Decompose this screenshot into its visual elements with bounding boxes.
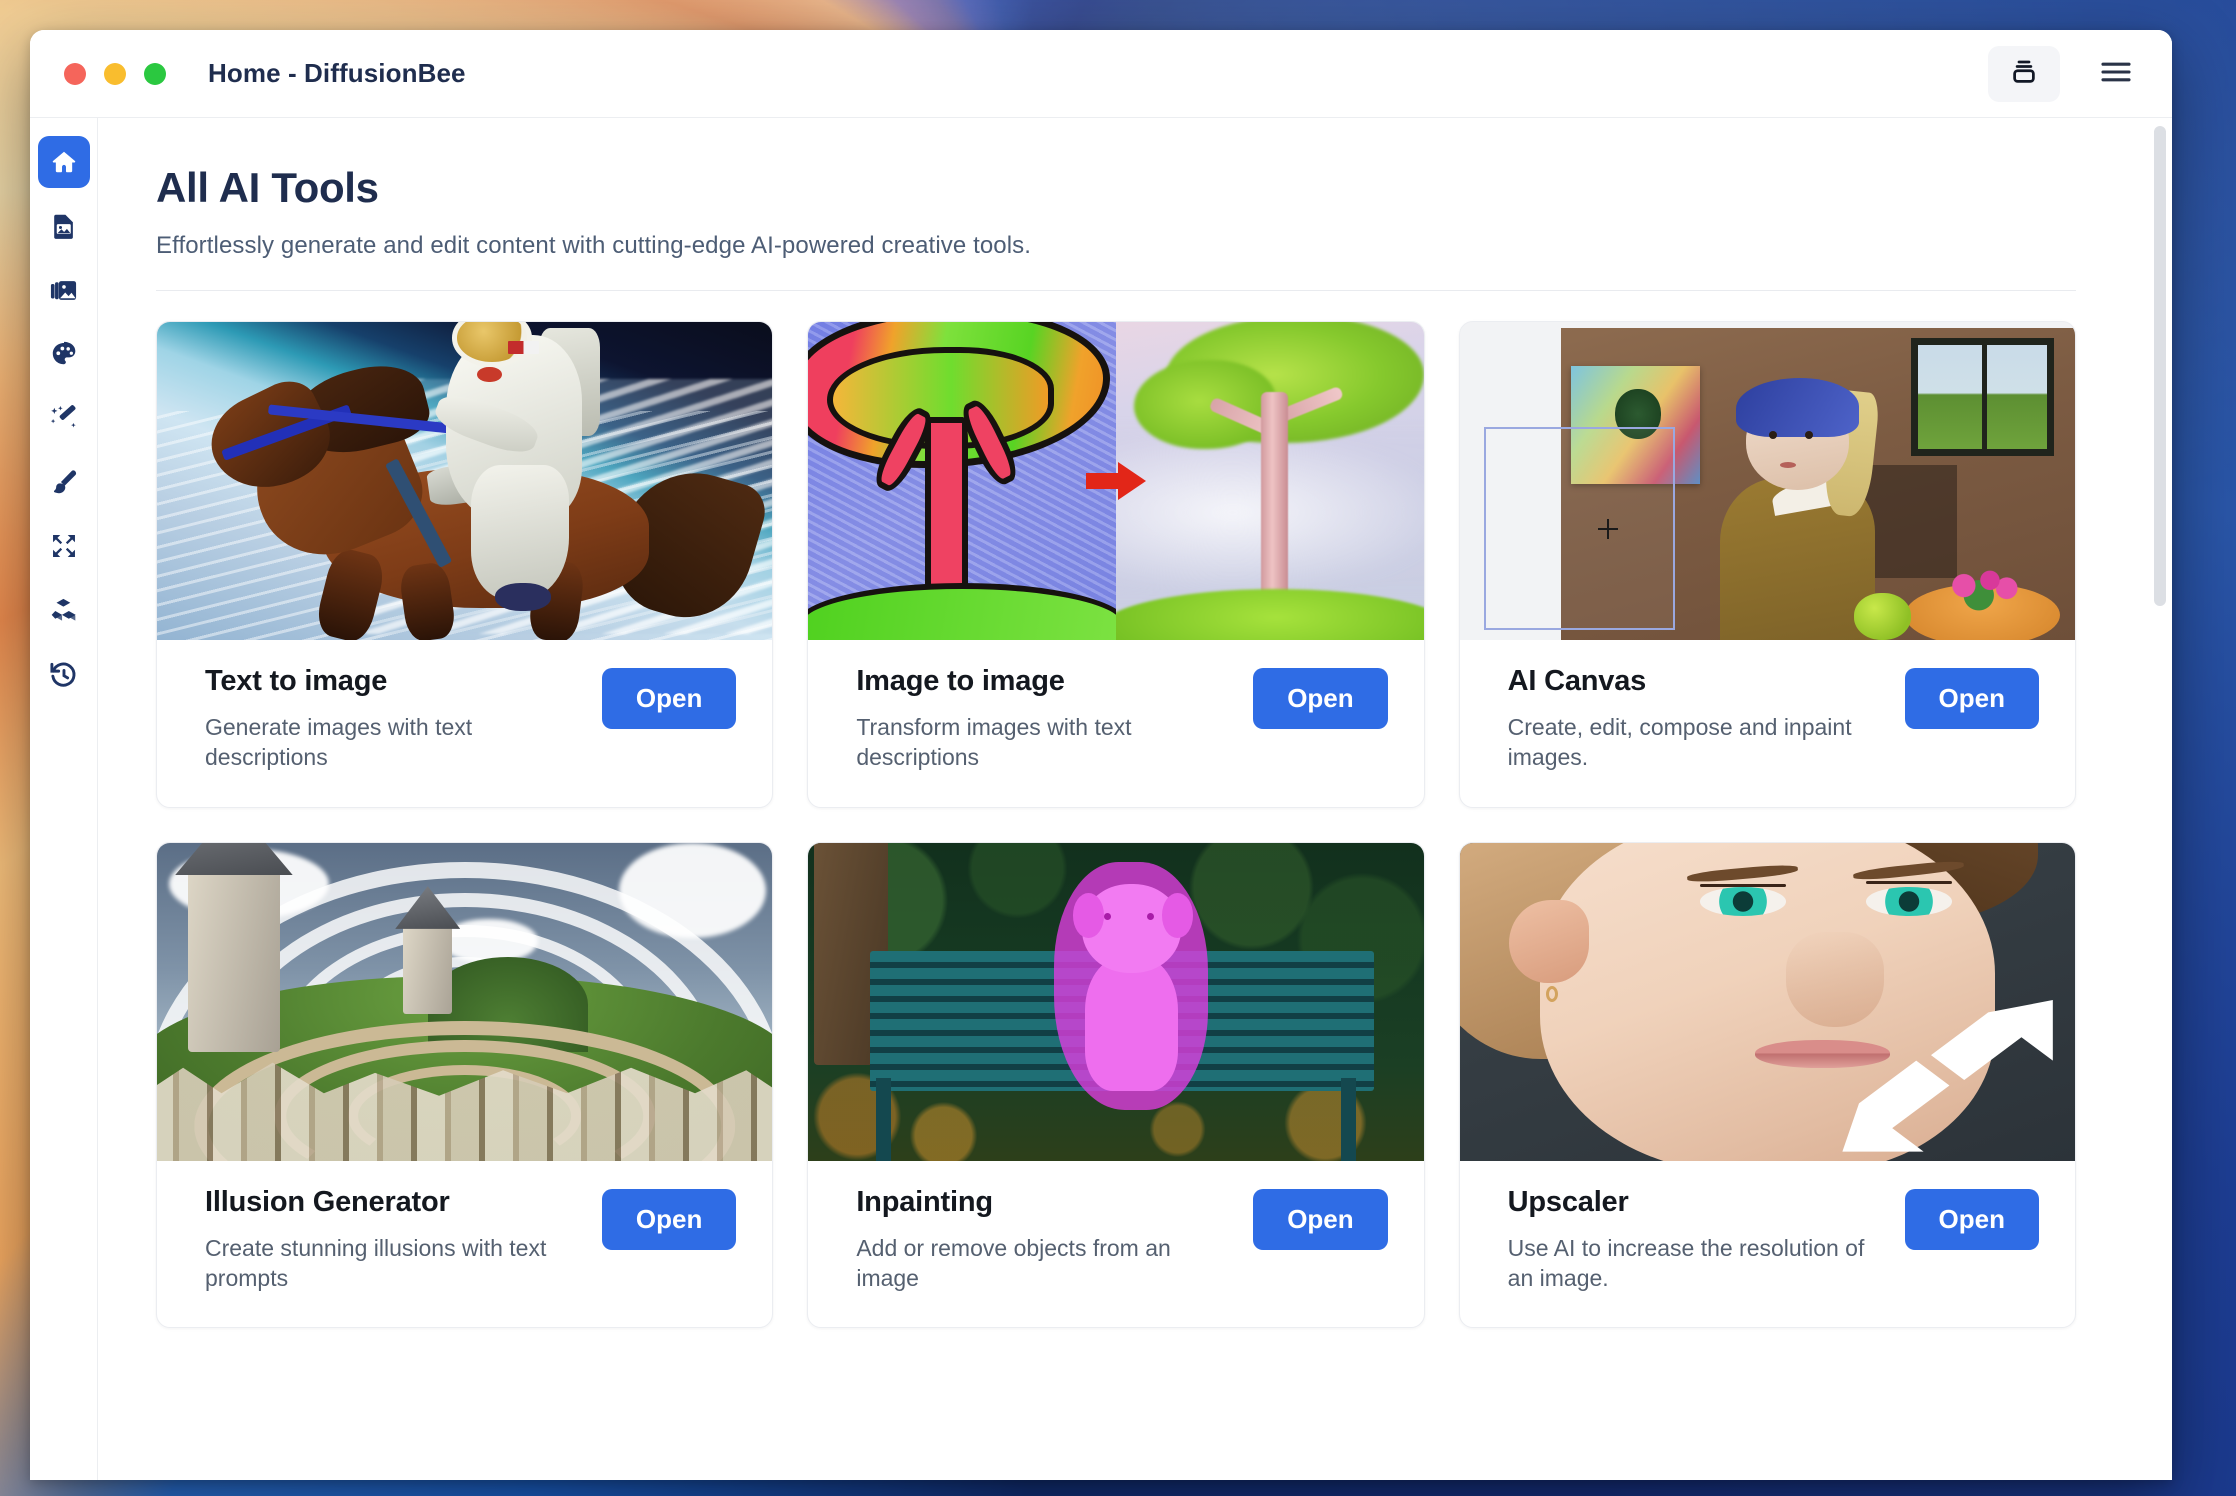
- images-stack-icon: [49, 276, 78, 305]
- thumbnail-girl-with-pearl-earring-canvas: [1459, 322, 2075, 640]
- tool-card-ai-canvas[interactable]: AI Canvas Create, edit, compose and inpa…: [1458, 321, 2076, 808]
- tool-card-text-to-image[interactable]: Text to image Generate images with text …: [156, 321, 774, 808]
- sidebar-item-gallery[interactable]: [38, 264, 90, 316]
- sidebar-item-history[interactable]: [38, 648, 90, 700]
- tool-card-title: Upscaler: [1507, 1185, 1629, 1218]
- crosshair-cursor-icon: [1598, 519, 1619, 540]
- minimize-window-button[interactable]: [104, 62, 126, 85]
- sidebar-item-magic-edit[interactable]: [38, 392, 90, 444]
- expand-arrows-icon: [1835, 989, 2057, 1154]
- sidebar-item-paint[interactable]: [38, 456, 90, 508]
- hamburger-menu-button[interactable]: [2088, 46, 2144, 102]
- sidebar-item-upscale[interactable]: [38, 520, 90, 572]
- content-scrollbar[interactable]: [2154, 126, 2166, 1466]
- blocks-cubes-icon: [49, 596, 78, 625]
- outpaint-selection-box: [1484, 426, 1676, 631]
- tool-card-description: Use AI to increase the resolution of an …: [1507, 1234, 1865, 1291]
- thumbnail-woman-face-with-expand-arrows: [1459, 842, 2075, 1161]
- header-divider: [156, 290, 2076, 291]
- open-button-ai-canvas[interactable]: Open: [1904, 668, 2039, 729]
- tools-grid: Text to image Generate images with text …: [156, 321, 2076, 1329]
- app-window: Home - DiffusionBee All AI Tools Effortl…: [30, 30, 2172, 1480]
- open-button-image-to-image[interactable]: Open: [1253, 668, 1388, 729]
- paintbrush-icon: [50, 468, 78, 496]
- tool-card-title: Image to image: [856, 665, 1065, 697]
- sidebar-item-home[interactable]: [37, 136, 90, 188]
- sidebar-item-text-to-image[interactable]: [38, 200, 90, 252]
- window-body: All AI Tools Effortlessly generate and e…: [30, 118, 2172, 1480]
- layers-stack-icon: [2009, 57, 2039, 90]
- thumbnail-spiral-medieval-village: [157, 842, 773, 1161]
- traffic-lights: [64, 62, 166, 85]
- tool-card-illusion-generator[interactable]: Illusion Generator Create stunning illus…: [156, 841, 774, 1329]
- sidebar-item-styles[interactable]: [38, 328, 90, 380]
- tool-card-description: Add or remove objects from an image: [856, 1234, 1171, 1291]
- tool-card-description: Generate images with text descriptions: [205, 713, 473, 771]
- open-button-text-to-image[interactable]: Open: [601, 668, 737, 729]
- page-subtitle: Effortlessly generate and edit content w…: [156, 232, 1032, 259]
- home-icon: [50, 148, 78, 176]
- sidebar-nav: [30, 118, 98, 1480]
- image-file-icon: [50, 212, 78, 240]
- thumbnail-dog-on-bench-with-mask: [808, 842, 1424, 1161]
- thumbnail-astronaut-riding-horse-in-space: [157, 322, 773, 640]
- tool-card-title: Text to image: [205, 665, 388, 697]
- tool-card-description: Create, edit, compose and inpaint images…: [1507, 713, 1852, 771]
- open-button-illusion-generator[interactable]: Open: [601, 1188, 737, 1250]
- palette-icon: [50, 340, 78, 368]
- window-title: Home - DiffusionBee: [208, 58, 466, 88]
- tool-card-title: Inpainting: [856, 1185, 993, 1218]
- tool-card-inpainting[interactable]: Inpainting Add or remove objects from an…: [807, 841, 1425, 1329]
- window-titlebar: Home - DiffusionBee: [30, 30, 2172, 118]
- transform-arrow-icon: [1084, 457, 1148, 505]
- maximize-window-button[interactable]: [144, 62, 166, 85]
- main-content: All AI Tools Effortlessly generate and e…: [98, 118, 2172, 1480]
- layers-stack-button[interactable]: [1988, 45, 2060, 102]
- hamburger-menu-icon: [2100, 59, 2132, 88]
- tool-card-description: Transform images with text descriptions: [856, 713, 1132, 771]
- tool-card-upscaler[interactable]: Upscaler Use AI to increase the resoluti…: [1458, 841, 2076, 1329]
- tool-card-image-to-image[interactable]: Image to image Transform images with tex…: [807, 321, 1425, 808]
- open-button-upscaler[interactable]: Open: [1904, 1188, 2039, 1250]
- tool-card-title: AI Canvas: [1507, 665, 1647, 697]
- sidebar-item-models[interactable]: [38, 584, 90, 636]
- history-clock-icon: [49, 660, 78, 689]
- tool-card-title: Illusion Generator: [205, 1185, 450, 1218]
- close-window-button[interactable]: [64, 62, 86, 85]
- titlebar-actions: [1988, 45, 2144, 102]
- thumbnail-crayon-tree-to-realistic-tree: [808, 322, 1424, 640]
- tool-card-description: Create stunning illusions with text prom…: [205, 1234, 547, 1291]
- open-button-inpainting[interactable]: Open: [1253, 1188, 1388, 1250]
- magic-wand-icon: [49, 404, 78, 433]
- expand-arrows-icon: [50, 532, 78, 560]
- scrollbar-thumb[interactable]: [2154, 126, 2166, 606]
- page-title: All AI Tools: [156, 164, 379, 211]
